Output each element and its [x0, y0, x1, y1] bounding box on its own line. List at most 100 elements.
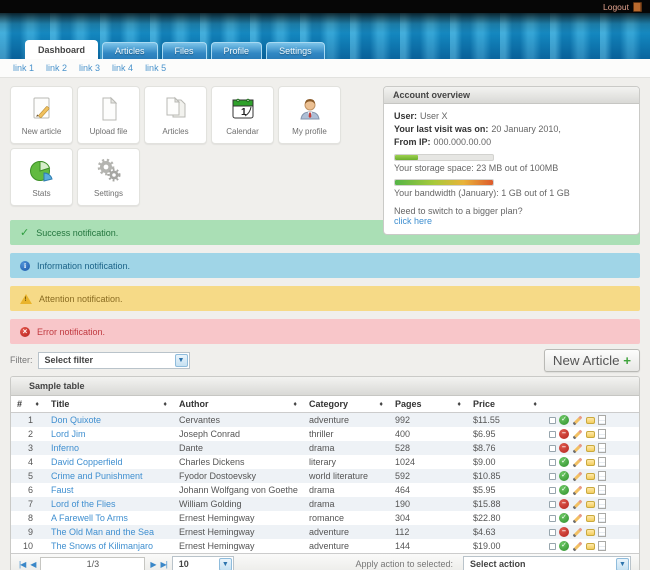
- status-icon[interactable]: [559, 429, 569, 439]
- row-checkbox[interactable]: [549, 416, 556, 424]
- edit-pencil-icon[interactable]: [572, 541, 583, 551]
- upload-file-card[interactable]: Upload file: [77, 86, 140, 144]
- tab-settings[interactable]: Settings: [266, 42, 325, 59]
- next-page-icon[interactable]: ▶: [150, 560, 156, 569]
- calendar-card[interactable]: 1 Calendar: [211, 86, 274, 144]
- details-page-icon[interactable]: [598, 471, 606, 481]
- status-icon[interactable]: [559, 471, 569, 481]
- edit-pencil-icon[interactable]: [572, 457, 583, 467]
- comment-bubble-icon[interactable]: [586, 416, 595, 424]
- tab-articles[interactable]: Articles: [102, 42, 158, 59]
- new-article-card[interactable]: New article: [10, 86, 73, 144]
- click-here-link[interactable]: click here: [394, 216, 432, 226]
- page-size-select[interactable]: 10 ▼: [171, 555, 234, 570]
- page-indicator-input[interactable]: 1/3: [40, 557, 146, 570]
- sort-icon[interactable]: ♦: [35, 401, 39, 408]
- row-checkbox[interactable]: [549, 542, 556, 550]
- details-page-icon[interactable]: [598, 429, 606, 439]
- row-checkbox[interactable]: [549, 500, 556, 508]
- articles-card[interactable]: Articles: [144, 86, 207, 144]
- col-header-category[interactable]: Category ♦: [303, 396, 389, 413]
- book-title-link[interactable]: Lord of the Flies: [51, 499, 116, 509]
- edit-pencil-icon[interactable]: [572, 429, 583, 439]
- details-page-icon[interactable]: [598, 485, 606, 495]
- quick-link-4[interactable]: link 4: [112, 63, 133, 73]
- status-icon[interactable]: [559, 415, 569, 425]
- details-page-icon[interactable]: [598, 513, 606, 523]
- row-checkbox[interactable]: [549, 472, 556, 480]
- edit-pencil-icon[interactable]: [572, 527, 583, 537]
- first-page-icon[interactable]: |◀: [19, 560, 26, 569]
- col-header-author[interactable]: Author ♦: [173, 396, 303, 413]
- col-header-num[interactable]: # ♦: [11, 396, 45, 413]
- details-page-icon[interactable]: [598, 541, 606, 551]
- row-checkbox[interactable]: [549, 430, 556, 438]
- details-page-icon[interactable]: [598, 415, 606, 425]
- status-icon[interactable]: [559, 527, 569, 537]
- quick-link-2[interactable]: link 2: [46, 63, 67, 73]
- my-profile-card[interactable]: My profile: [278, 86, 341, 144]
- sort-icon[interactable]: ♦: [163, 401, 167, 408]
- tab-profile[interactable]: Profile: [210, 42, 263, 59]
- book-title-link[interactable]: Faust: [51, 485, 74, 495]
- book-title-link[interactable]: A Farewell To Arms: [51, 513, 128, 523]
- comment-bubble-icon[interactable]: [586, 444, 595, 452]
- logout-door-icon[interactable]: [633, 1, 642, 12]
- tab-dashboard[interactable]: Dashboard: [25, 40, 99, 59]
- book-title-link[interactable]: Inferno: [51, 443, 79, 453]
- status-icon[interactable]: [559, 457, 569, 467]
- filter-select[interactable]: Select filter ▼: [37, 351, 190, 369]
- status-icon[interactable]: [559, 541, 569, 551]
- comment-bubble-icon[interactable]: [586, 486, 595, 494]
- status-icon[interactable]: [559, 499, 569, 509]
- prev-page-icon[interactable]: ◀: [30, 560, 36, 569]
- row-checkbox[interactable]: [549, 528, 556, 536]
- quick-link-3[interactable]: link 3: [79, 63, 100, 73]
- comment-bubble-icon[interactable]: [586, 472, 595, 480]
- stats-card[interactable]: Stats: [10, 148, 73, 206]
- book-title-link[interactable]: The Snows of Kilimanjaro: [51, 541, 153, 551]
- last-page-icon[interactable]: ▶|: [161, 560, 168, 569]
- col-header-price[interactable]: Price ♦: [467, 396, 543, 413]
- logout-link[interactable]: Logout: [603, 2, 629, 12]
- sort-icon[interactable]: ♦: [293, 401, 297, 408]
- edit-pencil-icon[interactable]: [572, 471, 583, 481]
- edit-pencil-icon[interactable]: [572, 513, 583, 523]
- book-title-link[interactable]: Lord Jim: [51, 429, 86, 439]
- row-checkbox[interactable]: [549, 444, 556, 452]
- book-title-link[interactable]: The Old Man and the Sea: [51, 527, 154, 537]
- new-article-button[interactable]: New Article +: [543, 348, 640, 372]
- apply-action-select[interactable]: Select action ▼: [463, 555, 631, 570]
- book-title-link[interactable]: David Copperfield: [51, 457, 123, 467]
- sort-icon[interactable]: ♦: [379, 401, 383, 408]
- comment-bubble-icon[interactable]: [586, 430, 595, 438]
- book-title-link[interactable]: Don Quixote: [51, 415, 101, 425]
- settings-card[interactable]: Settings: [77, 148, 140, 206]
- quick-link-5[interactable]: link 5: [145, 63, 166, 73]
- row-checkbox[interactable]: [549, 514, 556, 522]
- edit-pencil-icon[interactable]: [572, 499, 583, 509]
- details-page-icon[interactable]: [598, 527, 606, 537]
- comment-bubble-icon[interactable]: [586, 542, 595, 550]
- comment-bubble-icon[interactable]: [586, 514, 595, 522]
- comment-bubble-icon[interactable]: [586, 500, 595, 508]
- quick-link-1[interactable]: link 1: [13, 63, 34, 73]
- edit-pencil-icon[interactable]: [572, 443, 583, 453]
- status-icon[interactable]: [559, 485, 569, 495]
- details-page-icon[interactable]: [598, 499, 606, 509]
- details-page-icon[interactable]: [598, 443, 606, 453]
- tab-files[interactable]: Files: [161, 42, 207, 59]
- book-title-link[interactable]: Crime and Punishment: [51, 471, 143, 481]
- col-header-title[interactable]: Title ♦: [45, 396, 173, 413]
- edit-pencil-icon[interactable]: [572, 485, 583, 495]
- status-icon[interactable]: [559, 443, 569, 453]
- sort-icon[interactable]: ♦: [533, 401, 537, 408]
- col-header-pages[interactable]: Pages ♦: [389, 396, 467, 413]
- comment-bubble-icon[interactable]: [586, 528, 595, 536]
- status-icon[interactable]: [559, 513, 569, 523]
- edit-pencil-icon[interactable]: [572, 415, 583, 425]
- row-checkbox[interactable]: [549, 458, 556, 466]
- row-checkbox[interactable]: [549, 486, 556, 494]
- details-page-icon[interactable]: [598, 457, 606, 467]
- comment-bubble-icon[interactable]: [586, 458, 595, 466]
